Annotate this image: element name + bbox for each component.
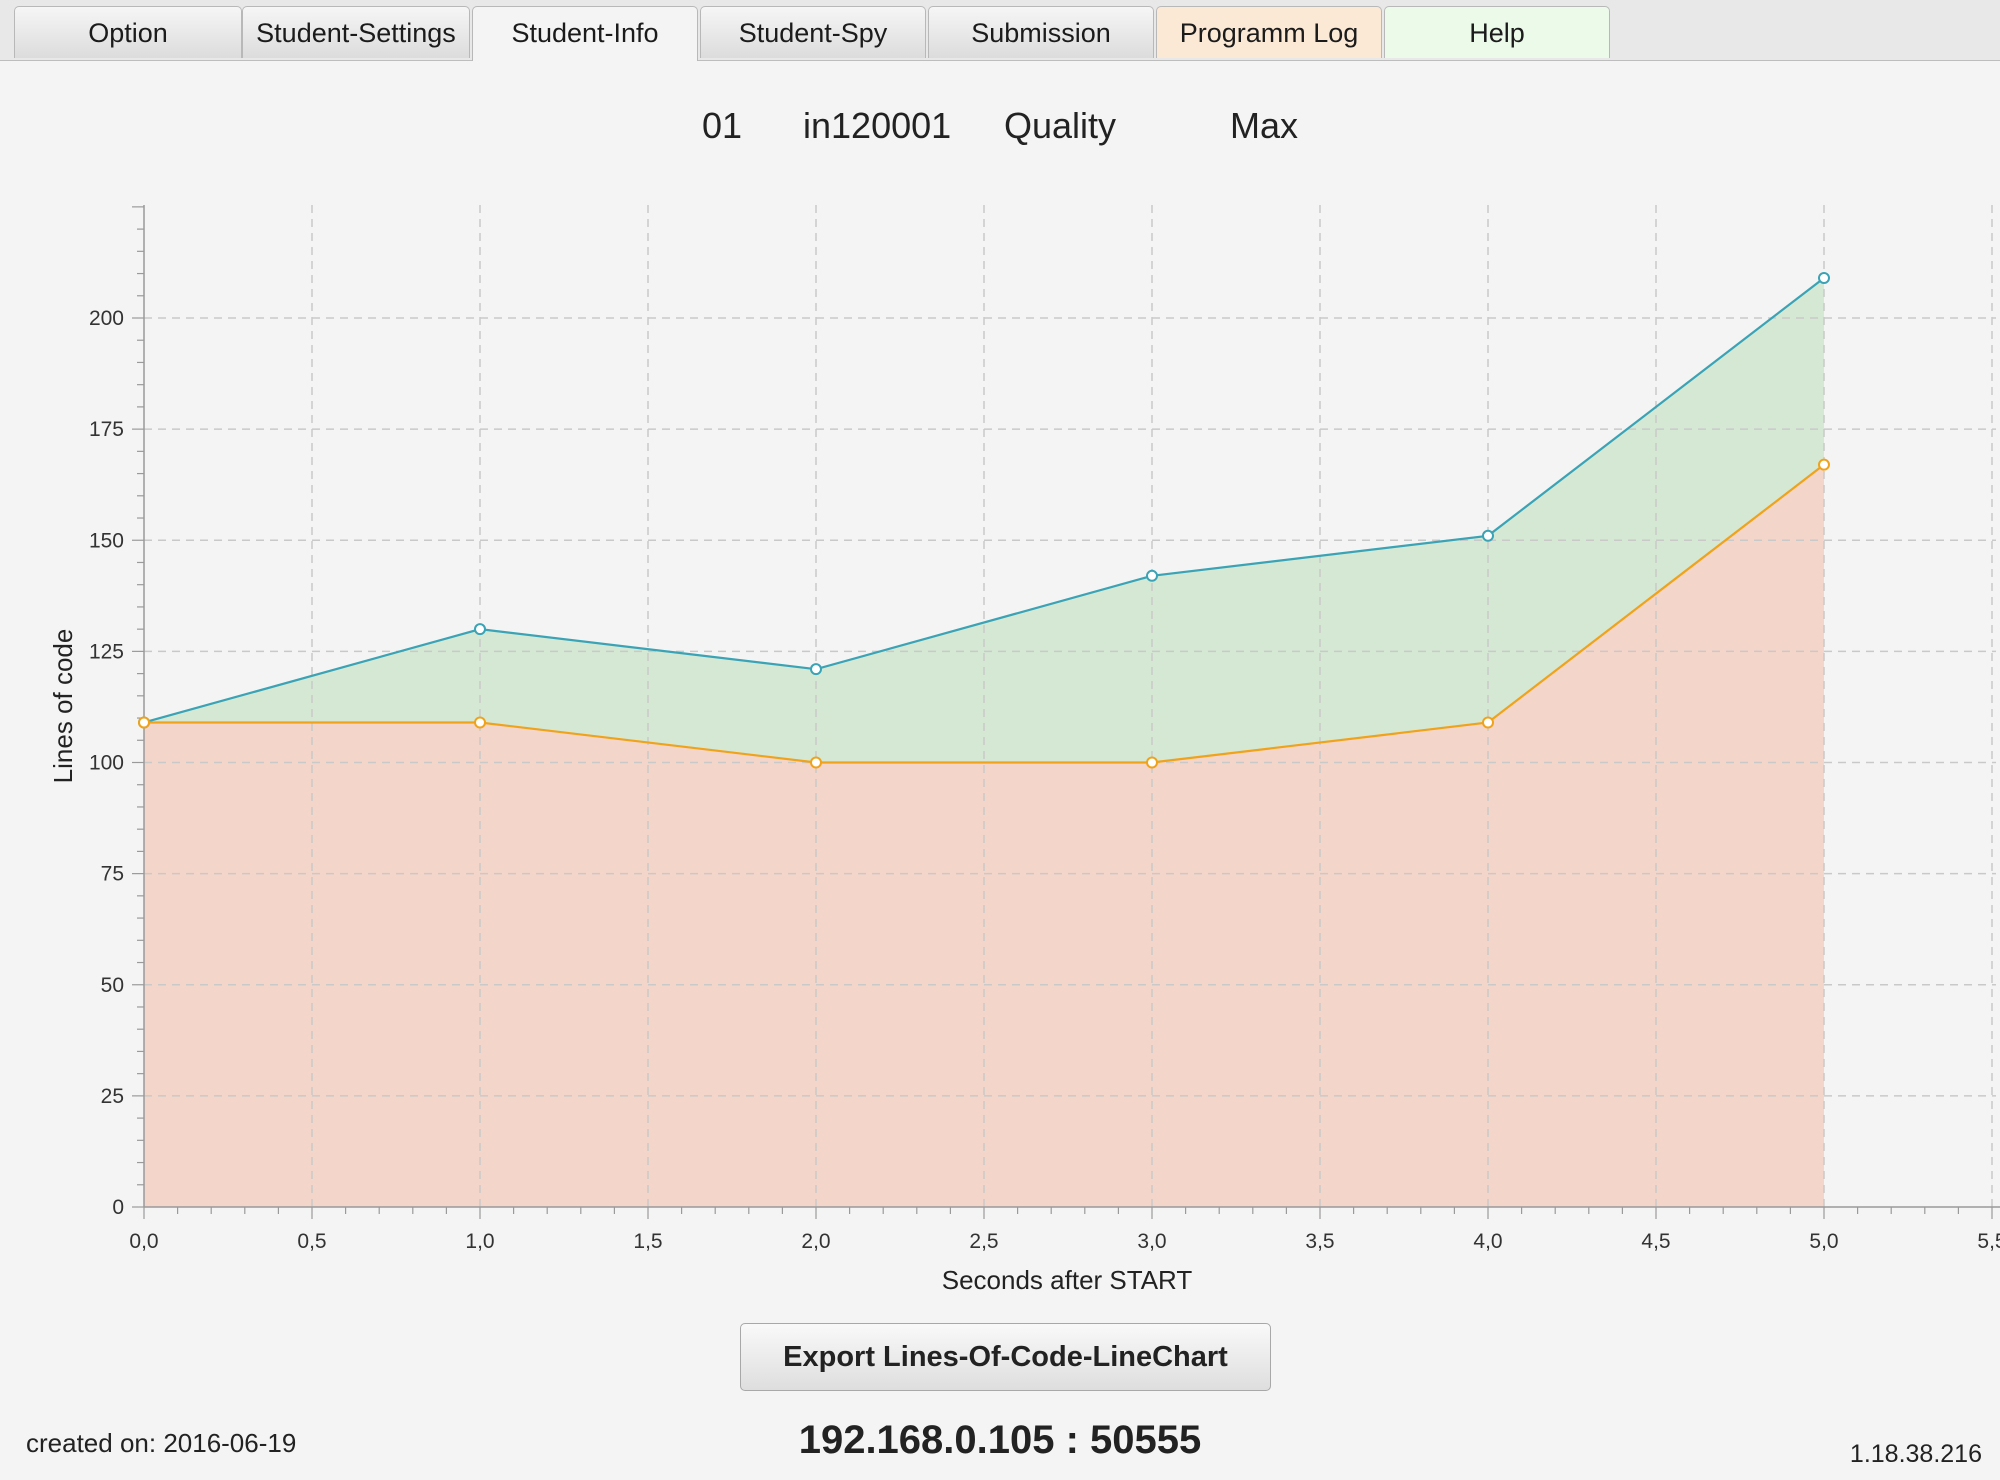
series-1-point	[810, 663, 822, 676]
y-tick-label: 175	[89, 418, 124, 441]
x-tick-label: 3,0	[1137, 1230, 1166, 1253]
y-tick-label: 25	[101, 1085, 124, 1108]
series-1-point	[1482, 529, 1494, 542]
y-tick-label: 150	[89, 529, 124, 552]
series-1-point	[474, 623, 486, 636]
x-tick-label: 5,0	[1809, 1230, 1838, 1253]
y-tick-label: 50	[101, 974, 124, 997]
lines-of-code-chart: 0 25 50 75 100 125 150 175 200 0,0 0,5 1,0 1,5 2,0 2,5…	[48, 205, 2000, 1295]
series-2-point	[1482, 716, 1494, 729]
x-axis-label: Seconds after START	[942, 1265, 1193, 1295]
series-2-point	[138, 716, 150, 729]
export-chart-button[interactable]: Export Lines-Of-Code-LineChart	[740, 1323, 1271, 1391]
x-tick-label: 3,5	[1305, 1230, 1334, 1253]
series-2-point	[474, 716, 486, 729]
x-tick-label: 2,0	[801, 1230, 830, 1253]
x-tick-label: 5,5	[1977, 1230, 2000, 1253]
x-tick-label: 0,5	[297, 1230, 326, 1253]
y-axis-label: Lines of code	[48, 629, 78, 784]
y-tick-label: 200	[89, 307, 124, 330]
x-tick-label: 4,5	[1641, 1230, 1670, 1253]
server-address: 192.168.0.105 : 50555	[798, 1418, 1202, 1462]
y-tick-label: 0	[112, 1196, 124, 1219]
x-tick-label: 2,5	[969, 1230, 998, 1253]
y-tick-label: 125	[89, 640, 124, 663]
y-tick-label: 75	[101, 863, 124, 886]
x-tick-label: 1,0	[465, 1230, 494, 1253]
series-2-point	[1146, 756, 1158, 769]
series-1-point	[1818, 271, 1830, 284]
x-tick-label: 0,0	[129, 1230, 158, 1253]
x-tick-label: 4,0	[1473, 1230, 1502, 1253]
x-tick-label: 1,5	[633, 1230, 662, 1253]
series-2-point	[1818, 458, 1830, 471]
y-tick-label: 100	[89, 752, 124, 775]
version-label: 1.18.38.216	[1849, 1440, 1982, 1468]
series-2-point	[810, 756, 822, 769]
series-1-point	[1146, 569, 1158, 582]
